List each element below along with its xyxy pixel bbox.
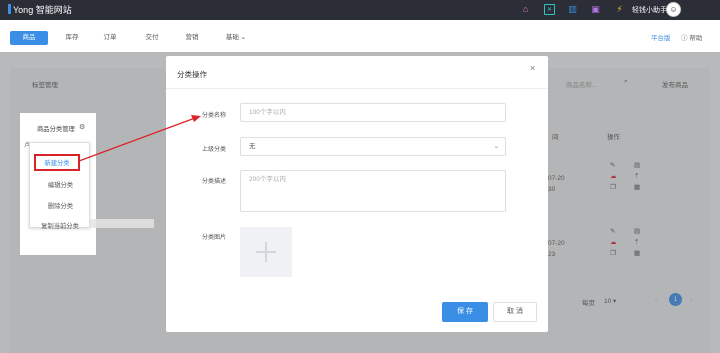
annotation-arrow xyxy=(78,115,201,162)
arrow-line xyxy=(78,117,196,162)
arrow-head xyxy=(191,115,201,122)
